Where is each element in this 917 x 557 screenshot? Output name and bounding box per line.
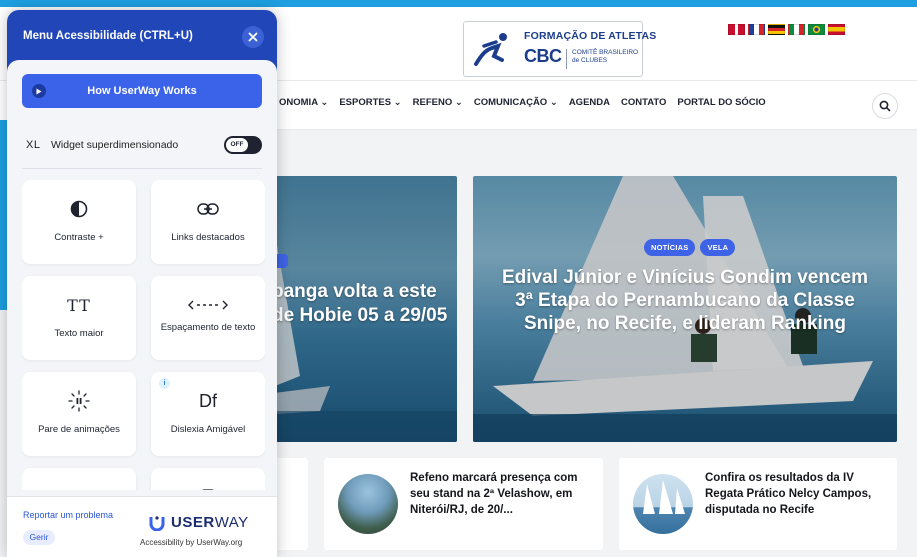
tile-label: Texto maior [54, 328, 104, 339]
userway-wordmark-light: WAY [214, 514, 249, 531]
logo-cbc: CBC [524, 46, 562, 66]
site-logo[interactable]: FORMAÇÃO DE ATLETAS CBC COMITÊ BRASILEIR… [463, 21, 656, 77]
featured-title-2[interactable]: Edival Júnior e Vinícius Gondim vencem 3… [497, 266, 873, 335]
news-thumbnail-2 [633, 474, 693, 534]
tile-tooltips[interactable] [151, 468, 265, 490]
news-thumbnail-1 [338, 474, 398, 534]
nav-item-economia[interactable]: ONOMIA ⌄ [279, 97, 328, 108]
search-button[interactable] [872, 93, 898, 119]
tile-text-spacing[interactable]: Espaçamento de texto [151, 276, 265, 360]
xl-icon: XL [26, 139, 41, 151]
logo-committee-line1: COMITÊ BRASILEIRO [572, 49, 639, 56]
contrast-icon [22, 198, 136, 220]
toggle-state: OFF [226, 138, 248, 152]
tile-label: Espaçamento de texto [160, 322, 256, 333]
logo-tagline: FORMAÇÃO DE ATLETAS [524, 30, 657, 42]
dyslexia-icon: Df [151, 390, 265, 412]
tile-label: Contraste + [54, 232, 104, 243]
featured-card-1[interactable]: banga volta a este de Hobie 05 a 29/05 [250, 176, 457, 442]
flag-es-icon[interactable] [828, 24, 845, 35]
info-icon[interactable]: i [159, 378, 170, 389]
badge-noticias[interactable]: NOTÍCIAS [644, 239, 696, 256]
tile-bigger-text[interactable]: TT Texto maior [22, 276, 136, 360]
news-title-2[interactable]: Confira os resultados da IV Regata Práti… [705, 470, 890, 518]
nav-item-refeno[interactable]: REFENO ⌄ [413, 97, 463, 108]
news-title-1[interactable]: Refeno marcará presença com seu stand na… [410, 470, 595, 518]
nav-item-portal-do-socio[interactable]: PORTAL DO SÓCIO [677, 97, 765, 108]
tile-cursor[interactable] [22, 468, 136, 490]
oversized-widget-row: XL Widget superdimensionado OFF [26, 136, 266, 156]
sailboats-image [643, 480, 685, 514]
featured-title-1[interactable]: banga volta a este de Hobie 05 a 29/05 [272, 280, 452, 328]
language-flags [728, 24, 845, 35]
search-icon [879, 100, 891, 112]
tile-pause-animations[interactable]: Pare de animações [22, 372, 136, 456]
flag-de-icon[interactable] [768, 24, 785, 35]
nav-item-esportes[interactable]: ESPORTES ⌄ [339, 97, 401, 108]
feature-tiles: Contraste + Links destacados TT Texto ma… [22, 180, 265, 490]
cursor-icon [22, 486, 136, 490]
logo-committee: COMITÊ BRASILEIRO de CLUBES [572, 49, 638, 65]
nav-item-contato[interactable]: CONTATO [621, 97, 666, 108]
tile-highlight-links[interactable]: Links destacados [151, 180, 265, 264]
tile-label: Links destacados [171, 232, 245, 243]
pause-animations-icon [22, 390, 136, 412]
userway-logo-icon [149, 515, 165, 531]
panel-title: Menu Acessibilidade (CTRL+U) [23, 30, 193, 42]
oversized-widget-toggle[interactable]: OFF [224, 136, 262, 154]
top-accent-strip [0, 0, 917, 7]
runner-logo-icon [474, 33, 507, 66]
userway-wordmark: USERWAY [171, 514, 249, 531]
text-spacing-icon [151, 294, 265, 316]
text-size-icon: TT [22, 294, 136, 316]
tile-dyslexia-friendly[interactable]: i Df Dislexia Amigável [151, 372, 265, 456]
manage-button[interactable]: Gerir [23, 530, 55, 545]
panel-body: How UserWay Works XL Widget superdimensi… [7, 60, 277, 557]
tooltip-icon [151, 486, 265, 490]
nav-items: ONOMIA ⌄ ESPORTES ⌄ REFENO ⌄ COMUNICAÇÃO… [279, 97, 777, 108]
accessibility-panel: Menu Acessibilidade (CTRL+U) How UserWay… [7, 10, 277, 557]
nav-item-comunicacao[interactable]: COMUNICAÇÃO ⌄ [474, 97, 558, 108]
flag-it-icon[interactable] [788, 24, 805, 35]
panel-footer: Reportar um problema Gerir USERWAY Acces… [7, 496, 277, 557]
userway-wordmark-bold: USER [171, 514, 215, 531]
panel-close-button[interactable] [242, 26, 264, 48]
tile-label: Pare de animações [38, 424, 120, 435]
close-icon [248, 32, 258, 42]
dyslexia-glyph: Df [199, 390, 217, 411]
logo-separator [566, 49, 567, 69]
text-size-glyph: TT [67, 295, 91, 315]
how-userway-works-label: How UserWay Works [87, 85, 197, 97]
featured-card-2[interactable]: NOTÍCIAS VELA Edival Júnior e Vinícius G… [473, 176, 897, 442]
flag-br-icon[interactable] [808, 24, 825, 35]
logo-committee-line2: de CLUBES [572, 57, 608, 64]
link-icon [151, 198, 265, 220]
category-badges: NOTÍCIAS VELA [644, 239, 736, 256]
panel-divider [22, 168, 262, 169]
userway-logo[interactable]: USERWAY [149, 514, 249, 531]
tile-label: Dislexia Amigável [170, 424, 246, 435]
badge-vela[interactable]: VELA [700, 239, 736, 256]
news-card-2[interactable]: Confira os resultados da IV Regata Práti… [619, 458, 897, 550]
oversized-widget-label: Widget superdimensionado [51, 139, 179, 151]
flag-fr-icon[interactable] [748, 24, 765, 35]
news-card-1[interactable]: Refeno marcará presença com seu stand na… [324, 458, 603, 550]
tile-contrast[interactable]: Contraste + [22, 180, 136, 264]
report-problem-link[interactable]: Reportar um problema [23, 510, 113, 520]
userway-credit: Accessibility by UserWay.org [140, 538, 243, 547]
flag-uk-icon[interactable] [728, 24, 745, 35]
nav-item-agenda[interactable]: AGENDA [569, 97, 610, 108]
how-userway-works-button[interactable]: How UserWay Works [22, 74, 262, 108]
